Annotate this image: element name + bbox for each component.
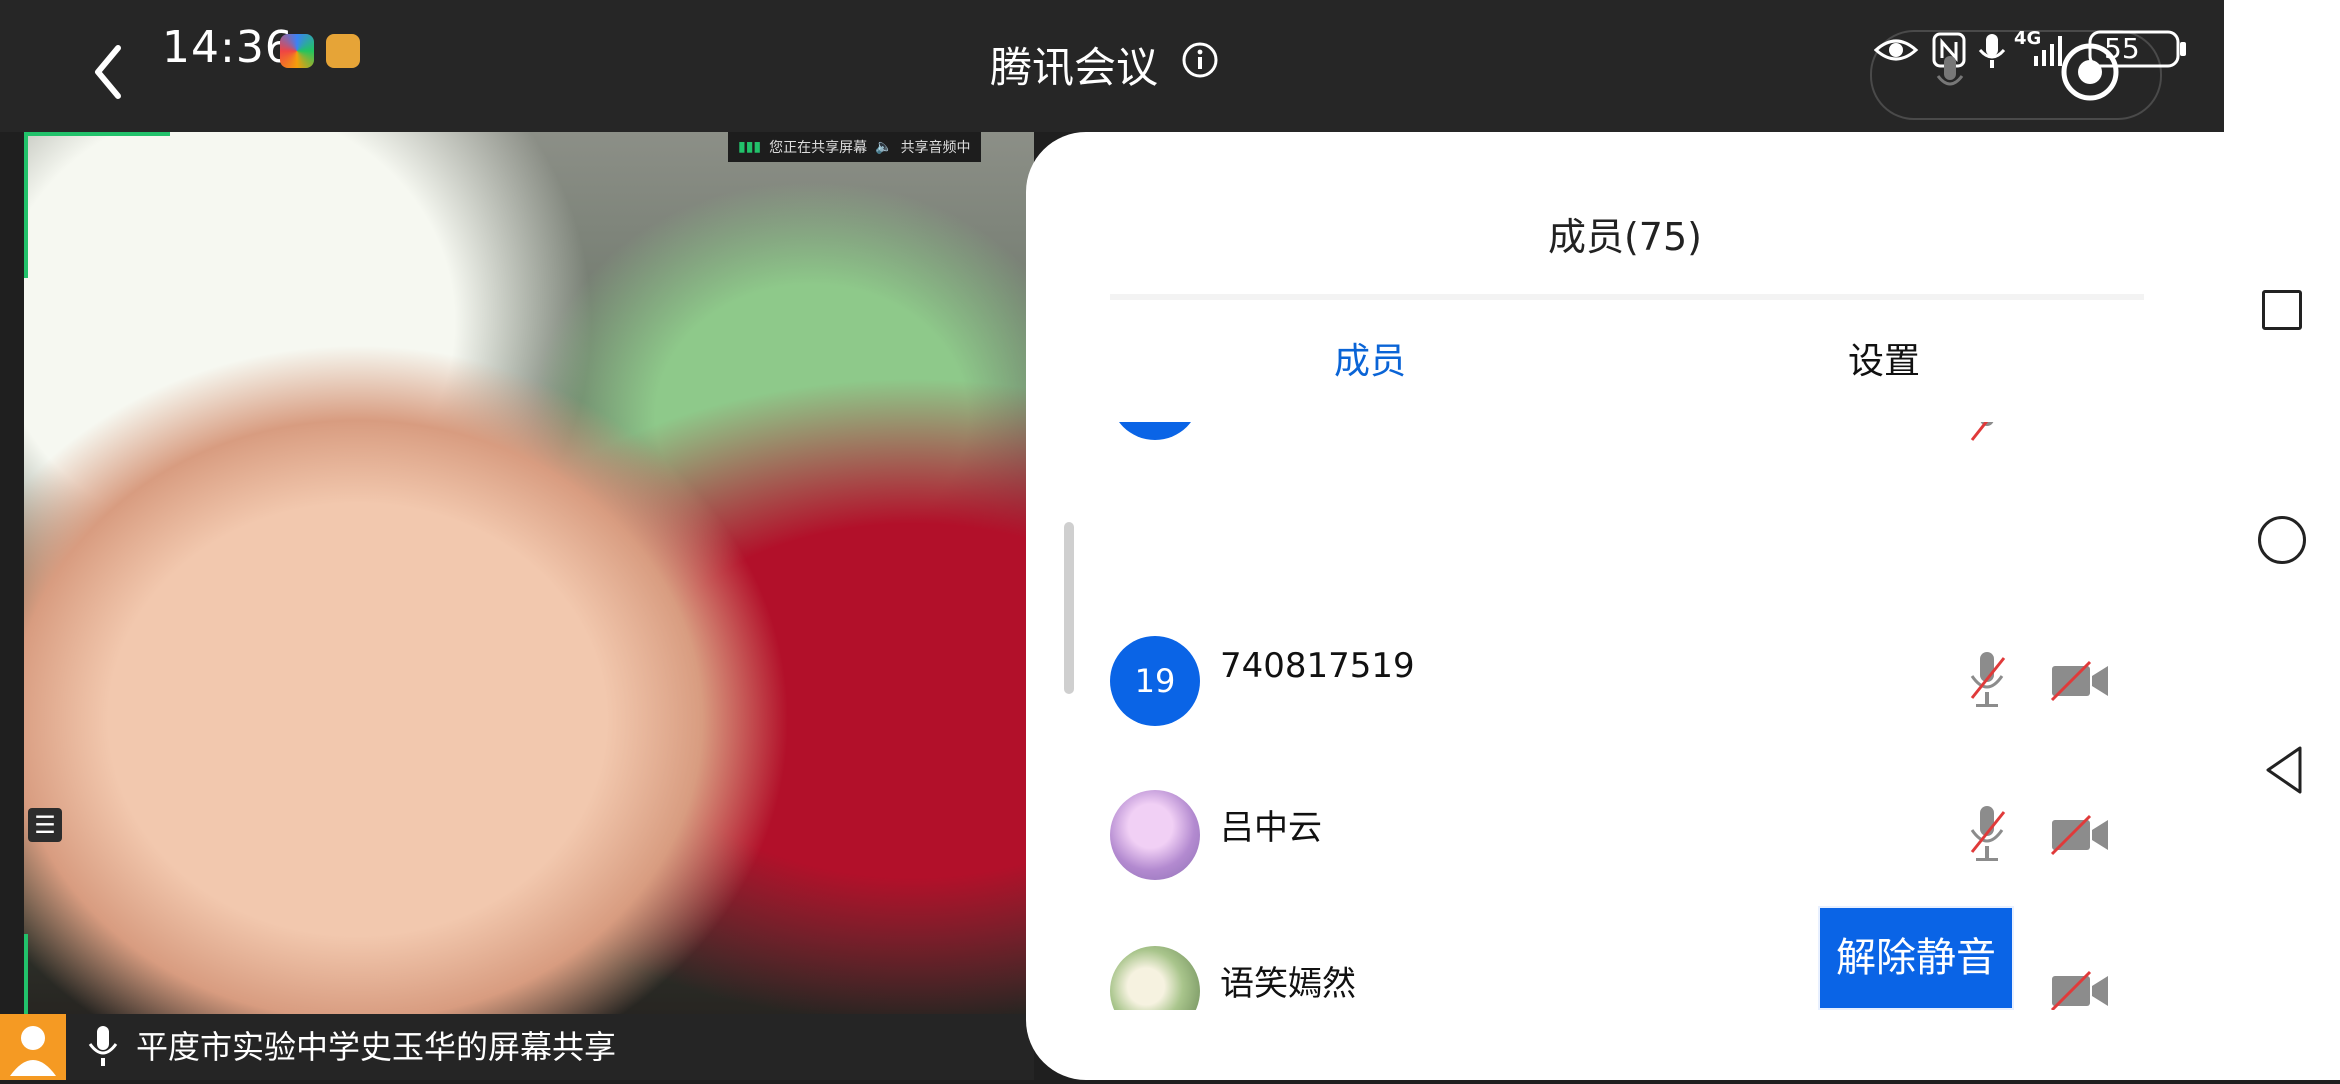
- share-owner-label: 平度市实验中学史玉华的屏幕共享: [136, 1028, 617, 1066]
- shared-screen-view[interactable]: [24, 132, 1034, 1080]
- meeting-title[interactable]: 腾讯会议: [990, 34, 1158, 95]
- active-speaker-marker: [24, 132, 170, 136]
- camera-off-icon[interactable]: [2050, 968, 2112, 1010]
- avatar: 19: [1110, 636, 1200, 726]
- back-arrow-icon[interactable]: [84, 42, 132, 102]
- home-icon[interactable]: [2258, 516, 2306, 564]
- audio-sharing-text: 共享音频中: [900, 140, 971, 156]
- list-item[interactable]: 吕中云: [1110, 790, 2160, 886]
- status-time: 14:36: [162, 22, 294, 73]
- list-item[interactable]: [1110, 422, 2160, 446]
- panel-title: 成员(75): [1547, 215, 1702, 259]
- signal-icon: ▮▮▮: [738, 139, 762, 155]
- panel-divider: [1110, 294, 2144, 300]
- member-name: 740817519: [1220, 646, 1415, 686]
- record-icon[interactable]: [2058, 40, 2122, 104]
- unmute-button[interactable]: 解除静音: [1818, 906, 2014, 1010]
- mic-muted-icon[interactable]: [1962, 800, 2012, 870]
- app-notification-icon: [326, 34, 360, 68]
- mic-muted-icon[interactable]: [1962, 422, 2012, 460]
- camera-off-icon[interactable]: [2050, 812, 2112, 858]
- sharing-status-text: 您正在共享屏幕: [769, 140, 868, 156]
- recent-apps-icon[interactable]: [2262, 290, 2302, 330]
- muted-mic-icon[interactable]: [1930, 52, 1970, 102]
- avatar: [1110, 422, 1200, 440]
- net-type: 4G: [2014, 28, 2042, 49]
- app-notification-icon: [280, 34, 314, 68]
- sharer-avatar: [0, 1014, 66, 1080]
- camera-off-icon[interactable]: [2050, 658, 2112, 704]
- status-icons: [1874, 30, 2186, 68]
- tab-settings[interactable]: 设置: [1848, 332, 1920, 384]
- mic-muted-icon[interactable]: [1962, 646, 2012, 716]
- speaker-icon: 🔈: [875, 139, 893, 155]
- tab-members[interactable]: 成员: [1334, 332, 1406, 384]
- info-icon[interactable]: [1180, 40, 1220, 80]
- nav-back-icon[interactable]: [2262, 744, 2306, 796]
- member-name: 语笑嫣然: [1220, 964, 1356, 1004]
- members-panel: 成员(75) 成员 设置 19 740817519 吕中云 语笑嫣然: [1026, 132, 2224, 1080]
- list-toggle-icon[interactable]: ☰: [28, 808, 62, 842]
- active-speaker-marker: [24, 132, 28, 278]
- list-item[interactable]: 19 740817519: [1110, 636, 2160, 732]
- mic-icon: [88, 1026, 118, 1066]
- avatar: [1110, 946, 1200, 1010]
- avatar: [1110, 790, 1200, 880]
- member-name: 吕中云: [1220, 808, 1322, 848]
- sharing-status-badge: ▮▮▮ 您正在共享屏幕 🔈 共享音频中: [728, 132, 981, 162]
- list-scrollbar[interactable]: [1064, 522, 1074, 694]
